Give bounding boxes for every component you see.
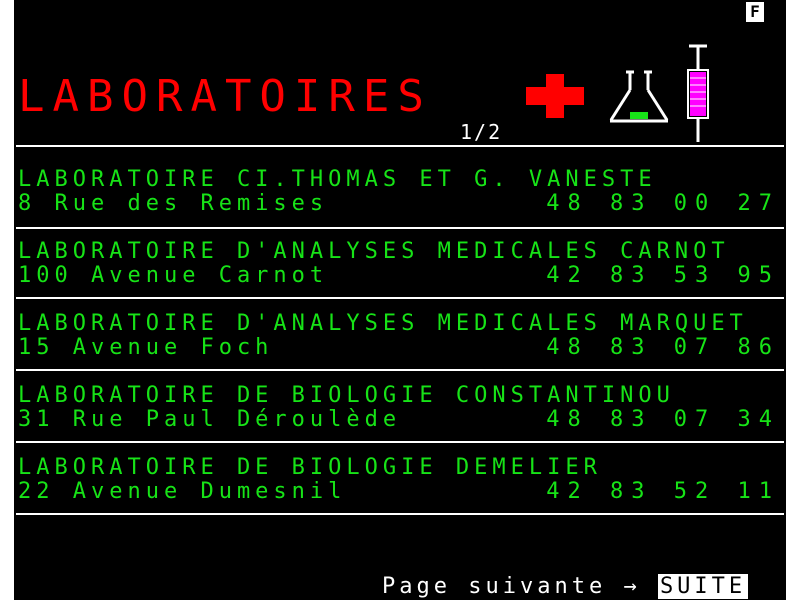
- lab-name: LABORATOIRE DE BIOLOGIE CONSTANTINOU: [18, 383, 675, 408]
- function-badge: F: [746, 2, 764, 22]
- next-page-hint: Page suivante → SUITE: [382, 574, 749, 599]
- lab-name: LABORATOIRE CI.THOMAS ET G. VANESTE: [18, 167, 657, 192]
- suite-key-button[interactable]: SUITE: [657, 574, 749, 599]
- list-item[interactable]: LABORATOIRE D'ANALYSES MEDICALES CARNOT …: [18, 240, 784, 288]
- divider: [16, 441, 784, 443]
- page-title: LABORATOIRES: [18, 71, 432, 122]
- left-border: [0, 0, 14, 600]
- list-item[interactable]: LABORATOIRE CI.THOMAS ET G. VANESTE 8 Ru…: [18, 168, 784, 216]
- right-border: [786, 0, 800, 600]
- lab-name: LABORATOIRE DE BIOLOGIE DEMELIER: [18, 455, 602, 480]
- list-item[interactable]: LABORATOIRE D'ANALYSES MEDICALES MARQUET…: [18, 312, 784, 360]
- page-indicator: 1/2: [460, 120, 503, 144]
- minitel-screen: F LABORATOIRES 1/2 LABORATOIRE CI.THOMAS…: [0, 0, 800, 600]
- divider: [16, 145, 784, 147]
- lab-phone: 42 83 52 11: [546, 479, 780, 504]
- lab-name: LABORATOIRE D'ANALYSES MEDICALES MARQUET: [18, 311, 748, 336]
- syringe-icon: [687, 44, 709, 142]
- red-cross-icon: [526, 74, 584, 118]
- divider: [16, 369, 784, 371]
- lab-phone: 48 83 07 86: [546, 335, 780, 360]
- flask-icon: [609, 70, 669, 123]
- next-page-label: Page suivante: [382, 574, 607, 599]
- divider: [16, 513, 784, 515]
- lab-name: LABORATOIRE D'ANALYSES MEDICALES CARNOT: [18, 239, 730, 264]
- lab-phone: 48 83 07 34: [546, 407, 780, 432]
- list-item[interactable]: LABORATOIRE DE BIOLOGIE DEMELIER 22 Aven…: [18, 456, 784, 504]
- divider: [16, 227, 784, 229]
- arrow-right-icon: →: [623, 574, 641, 599]
- lab-phone: 42 83 53 95: [546, 263, 780, 288]
- divider: [16, 297, 784, 299]
- list-item[interactable]: LABORATOIRE DE BIOLOGIE CONSTANTINOU 31 …: [18, 384, 784, 432]
- lab-phone: 48 83 00 27: [546, 191, 780, 216]
